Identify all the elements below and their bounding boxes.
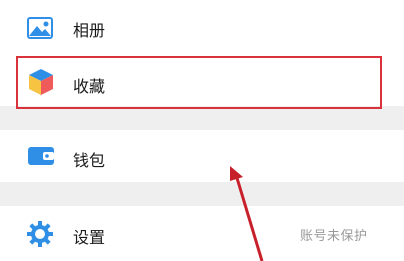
menu-item-wallet[interactable]: 钱包 [0, 130, 404, 182]
wallet-icon [27, 146, 55, 170]
menu-item-wallet-label: 钱包 [73, 151, 106, 170]
menu-item-settings-label: 设置 [73, 228, 106, 247]
menu-item-album-label: 相册 [73, 21, 106, 40]
highlight-box [16, 56, 382, 109]
watermark-text: 账号未保护 [300, 229, 368, 244]
section-divider [0, 106, 404, 130]
section-divider [0, 182, 404, 206]
album-image-icon [27, 17, 53, 43]
gear-icon [27, 221, 53, 251]
menu-item-album[interactable]: 相册 [0, 0, 404, 56]
